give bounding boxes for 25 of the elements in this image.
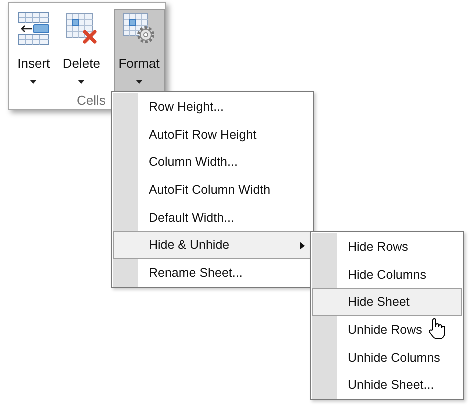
menu-item[interactable]: Default Width... [113, 204, 312, 232]
menu-item[interactable]: Rename Sheet... [113, 259, 312, 287]
ribbon-button[interactable]: Delete [60, 9, 104, 93]
menu-item[interactable]: AutoFit Column Width [113, 176, 312, 204]
caret-icon [30, 80, 38, 84]
menu-item[interactable]: Unhide Sheet... [312, 371, 462, 400]
ribbon-button[interactable]: Format [114, 9, 165, 93]
menu-item[interactable]: Hide Sheet [312, 288, 462, 316]
menu-item[interactable]: Column Width... [113, 148, 312, 176]
group-label: Cells [77, 93, 106, 108]
menu-item[interactable]: AutoFit Row Height [113, 120, 312, 148]
menu-item[interactable]: Hide Columns [312, 260, 462, 288]
caret-icon [78, 80, 86, 84]
ribbon-button[interactable]: Insert [12, 9, 56, 93]
menu-item[interactable]: Hide Rows [312, 233, 462, 261]
menu-item[interactable]: Unhide Columns [312, 344, 462, 372]
table-gear-icon [122, 12, 156, 46]
menu-item[interactable]: Unhide Rows [312, 316, 462, 344]
insert-cells-icon [16, 12, 51, 46]
menu-item[interactable]: Hide & Unhide [113, 231, 312, 260]
submenu-arrow-icon [300, 242, 305, 250]
caret-icon [136, 80, 143, 84]
hand-cursor-icon [428, 318, 446, 340]
menu-item[interactable]: Row Height... [113, 93, 312, 121]
delete-cells-icon [64, 12, 99, 46]
